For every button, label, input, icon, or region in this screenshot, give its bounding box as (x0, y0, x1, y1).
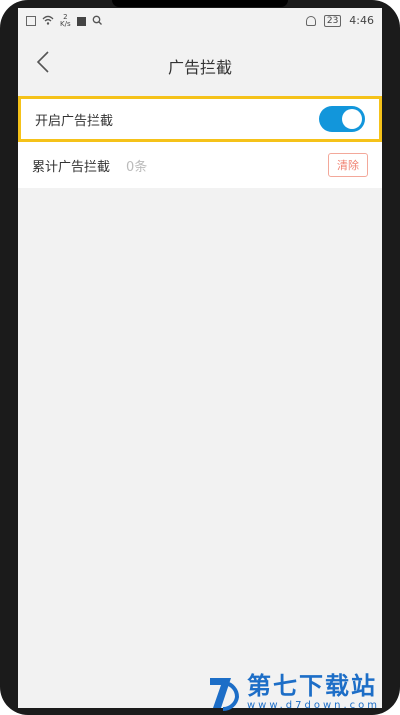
toggle-knob (342, 109, 362, 129)
network-speed-unit: K/s (60, 20, 71, 28)
phone-frame: 2 K/s 23 4:46 广告拦截 开启广告拦截 累计广告拦截 0条 清除 (0, 0, 400, 715)
mute-icon (305, 15, 316, 26)
search-notification-icon (92, 15, 102, 28)
app-notification-icon (76, 16, 86, 26)
page-title: 广告拦截 (167, 58, 232, 77)
watermark: 第七下载站 www.d7down.com (207, 672, 380, 712)
watermark-title: 第七下载站 (246, 672, 377, 700)
watermark-text: 第七下载站 www.d7down.com (247, 672, 380, 711)
status-bar: 2 K/s 23 4:46 (18, 8, 382, 38)
wifi-icon (42, 15, 54, 28)
sim-icon (26, 16, 36, 26)
battery-icon: 23 (323, 14, 342, 27)
watermark-url: www.d7down.com (246, 700, 380, 711)
app-header: 广告拦截 (18, 40, 382, 90)
blocked-count-value: 0条 (126, 159, 148, 175)
status-bar-right: 23 4:46 (305, 14, 374, 27)
adblock-toggle[interactable] (319, 106, 365, 132)
setting-row-enable-adblock[interactable]: 开启广告拦截 (18, 96, 382, 142)
d7-logo-icon (207, 675, 241, 712)
clear-button[interactable]: 清除 (328, 153, 368, 177)
status-bar-left: 2 K/s (26, 14, 102, 28)
clock: 4:46 (349, 14, 374, 27)
enable-adblock-label: 开启广告拦截 (35, 113, 114, 129)
settings-list: 开启广告拦截 累计广告拦截 0条 清除 (18, 96, 382, 188)
phone-notch (112, 0, 288, 7)
setting-row-blocked-count: 累计广告拦截 0条 清除 (18, 142, 382, 188)
blocked-count-label: 累计广告拦截 (32, 159, 111, 175)
network-speed: 2 K/s (60, 14, 71, 28)
screen: 2 K/s 23 4:46 广告拦截 开启广告拦截 累计广告拦截 0条 清除 (18, 8, 382, 708)
